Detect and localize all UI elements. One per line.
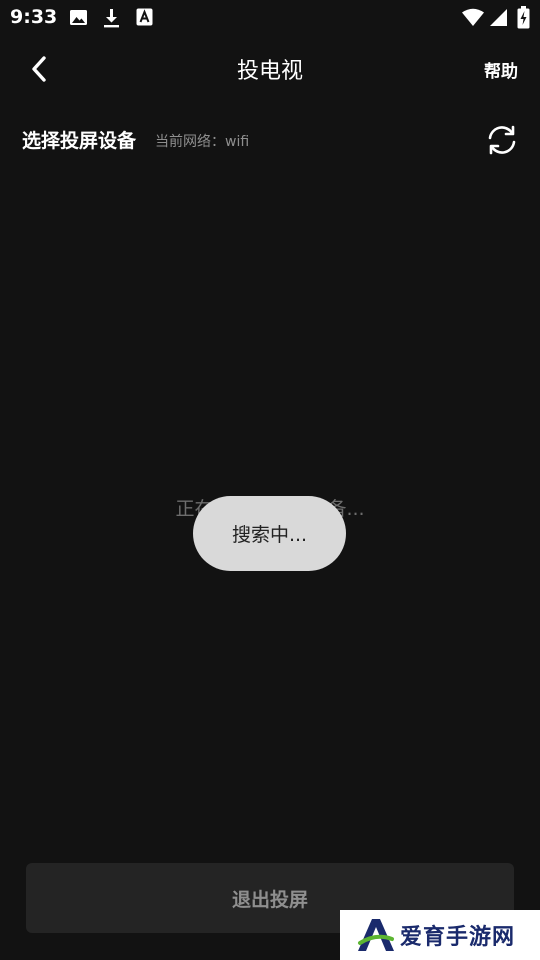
refresh-icon [488, 125, 516, 155]
battery-icon [517, 6, 530, 29]
status-bar: 9:33 [0, 0, 540, 36]
help-button[interactable]: 帮助 [484, 57, 518, 82]
download-icon [103, 8, 120, 28]
watermark-logo-icon [358, 919, 394, 951]
searching-toast: 搜索中... [193, 496, 346, 571]
section-title: 选择投屏设备 [22, 130, 137, 152]
network-label: 当前网络：wifi [155, 134, 250, 150]
status-time: 9:33 [10, 6, 58, 28]
signal-icon [489, 8, 508, 27]
image-icon [69, 8, 88, 27]
cast-screen: 9:33 投电视 帮助 选择投屏设备 当前网络：wifi 搜索中... 退出投屏… [0, 0, 540, 960]
a-badge-icon [136, 8, 153, 27]
page-title: 投电视 [236, 59, 303, 84]
exit-cast-label: 退出投屏 [231, 888, 308, 911]
watermark-text: 爱育手游网 [400, 925, 516, 950]
top-app-bar: 投电视 帮助 [0, 40, 540, 96]
watermark: 爱育手游网 [340, 910, 540, 960]
device-section-header: 选择投屏设备 当前网络：wifi [0, 118, 540, 162]
wifi-icon [462, 8, 484, 27]
toast-text: 搜索中... [231, 524, 308, 546]
refresh-button[interactable] [484, 122, 520, 158]
